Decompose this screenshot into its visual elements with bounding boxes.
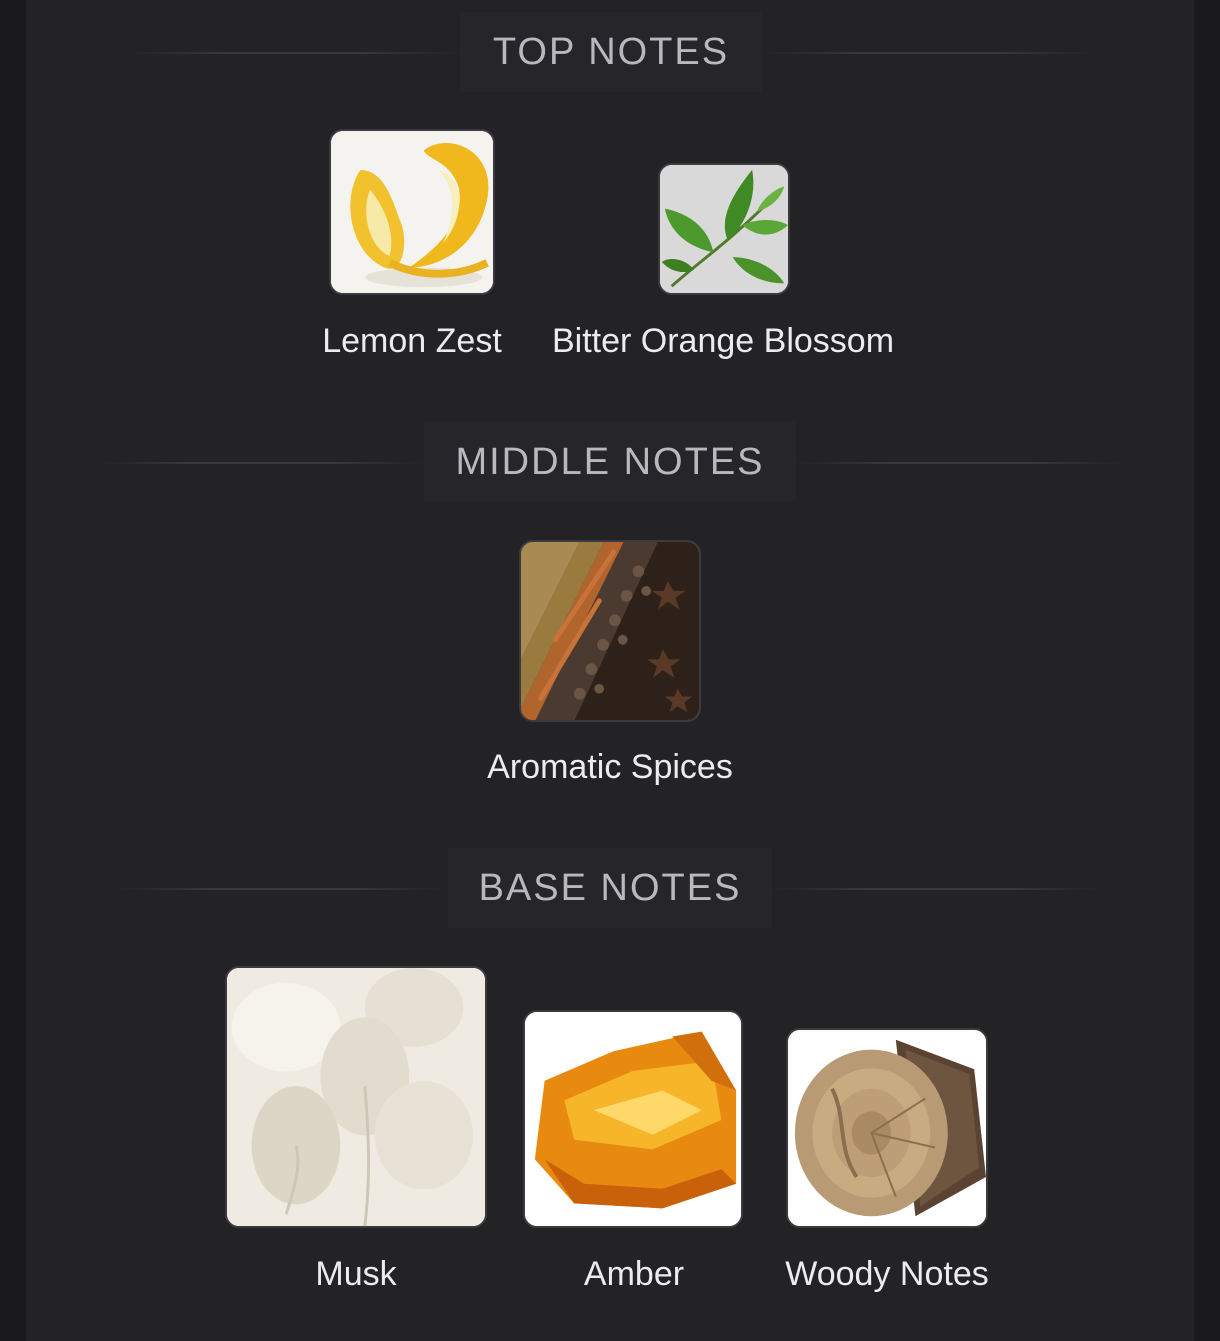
- wood-log-icon[interactable]: [786, 1028, 988, 1228]
- divider-line: [96, 462, 426, 464]
- divider-line: [796, 462, 1126, 464]
- note-label-woody-notes: Woody Notes: [785, 1255, 989, 1293]
- amber-stone-icon[interactable]: [523, 1010, 743, 1228]
- note-label-bitter-orange-blossom: Bitter Orange Blossom: [551, 322, 895, 360]
- tea-leaf-sprig-icon[interactable]: [658, 163, 790, 295]
- section-title: TOP NOTES: [460, 12, 762, 92]
- section-title: MIDDLE NOTES: [424, 422, 796, 502]
- note-label-aromatic-spices: Aromatic Spices: [487, 748, 733, 786]
- divider-line: [116, 888, 448, 890]
- note-label-amber: Amber: [583, 1255, 685, 1293]
- fluffy-grass-icon[interactable]: [225, 966, 487, 1228]
- divider-line: [126, 52, 460, 54]
- note-label-lemon-zest: Lemon Zest: [322, 322, 502, 360]
- top-notes-header: TOP NOTES: [26, 12, 1194, 92]
- lemon-zest-icon[interactable]: [329, 129, 495, 295]
- divider-line: [762, 52, 1096, 54]
- section-title: BASE NOTES: [448, 848, 772, 928]
- middle-notes-header: MIDDLE NOTES: [26, 422, 1194, 502]
- fragrance-notes-panel: TOP NOTES Lemon Zest Bitter Orange Bloss…: [26, 0, 1194, 1341]
- divider-line: [772, 888, 1104, 890]
- note-label-musk: Musk: [315, 1255, 397, 1293]
- base-notes-header: BASE NOTES: [26, 848, 1194, 928]
- spices-icon[interactable]: [519, 540, 701, 722]
